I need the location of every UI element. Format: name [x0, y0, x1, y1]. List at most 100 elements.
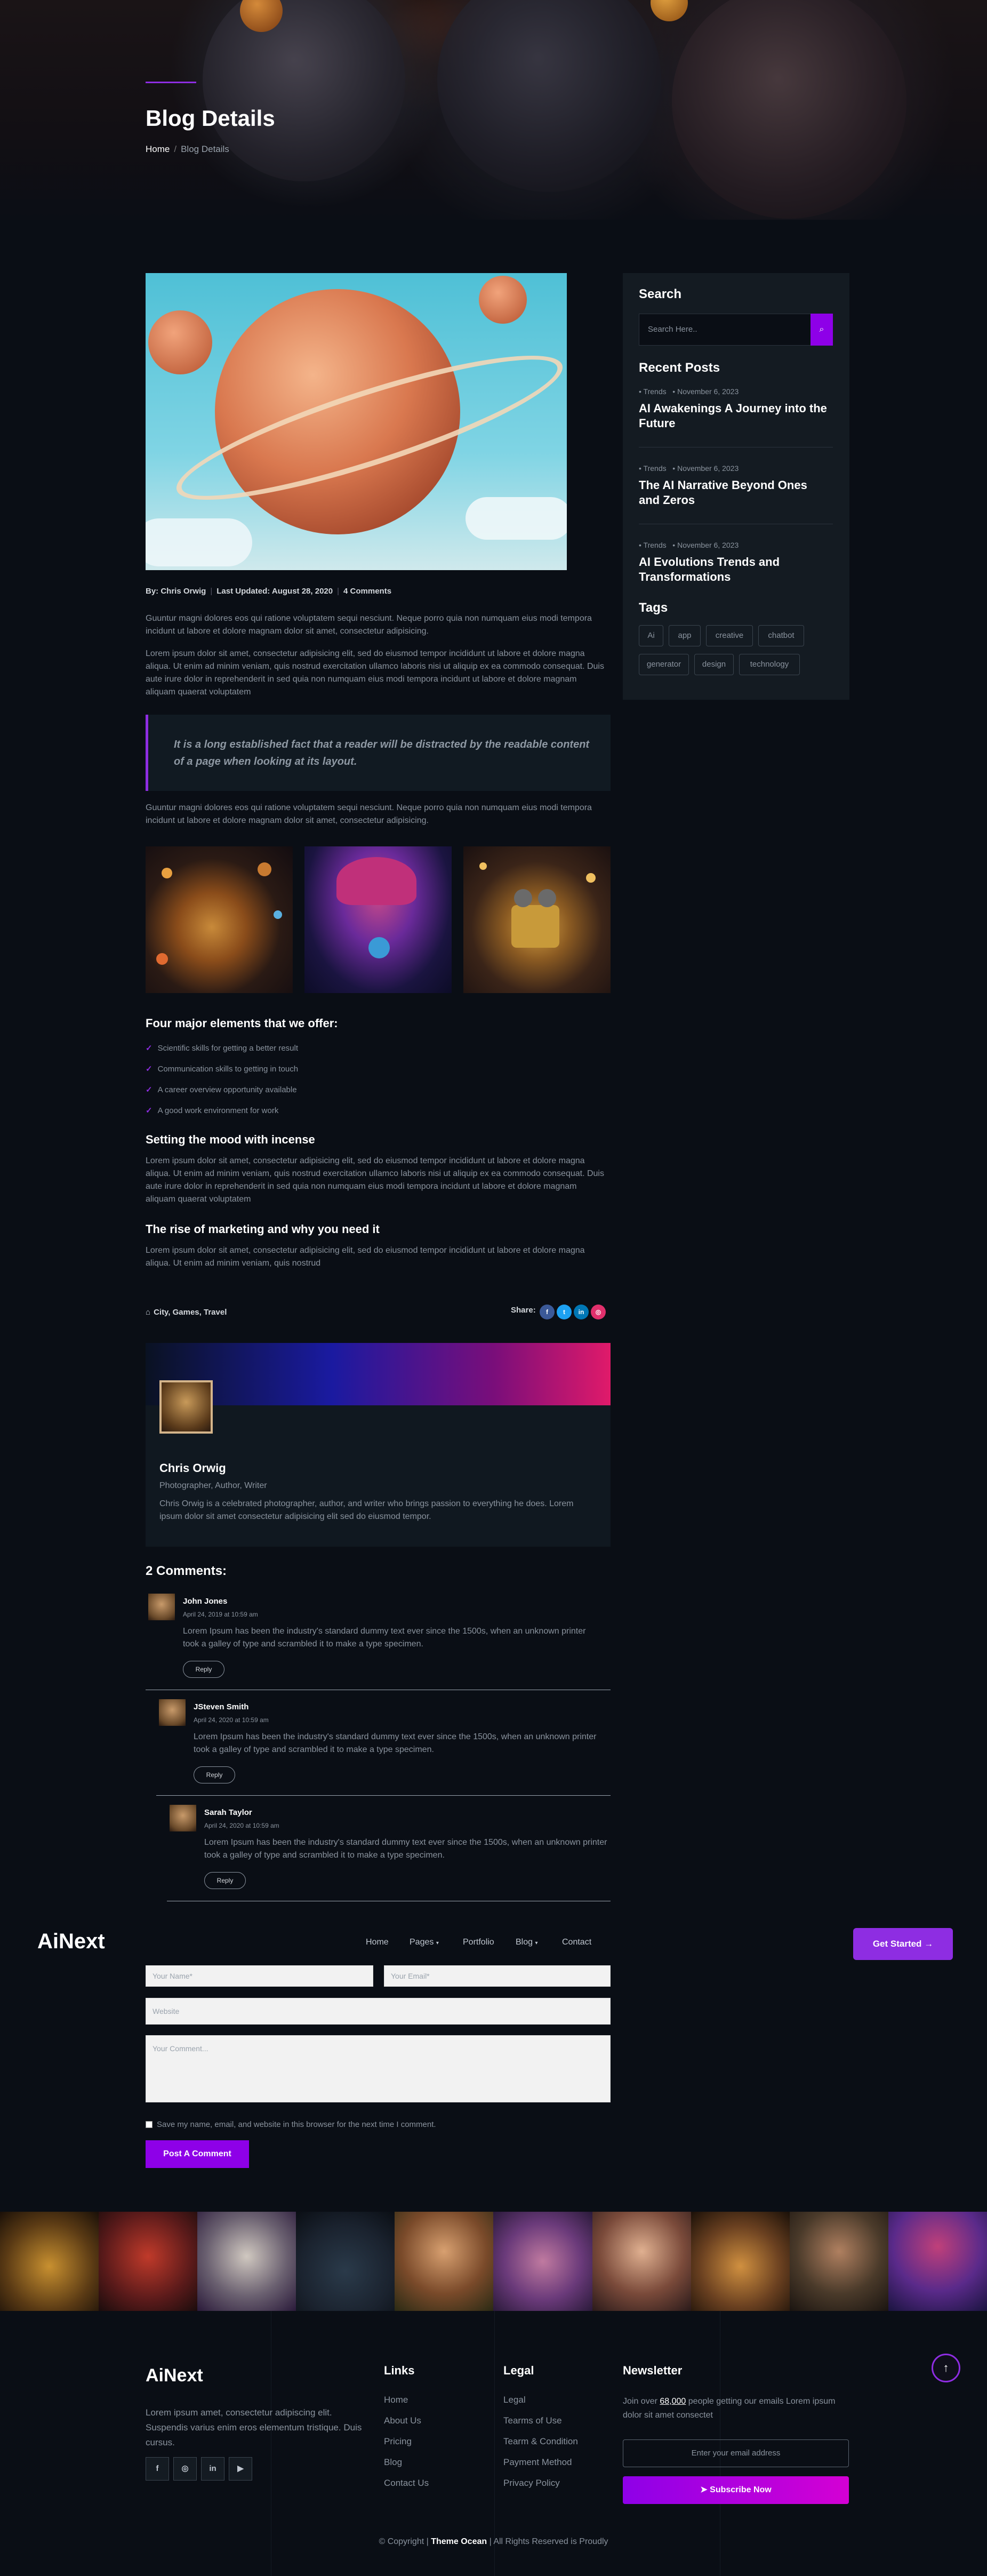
- tag-icon: ⌂: [146, 1308, 151, 1317]
- nav-item-portfolio[interactable]: Portfolio: [463, 1938, 494, 1947]
- nav-item-pages[interactable]: Pages ▾: [410, 1938, 439, 1947]
- post-tag-links[interactable]: City, Games, Travel: [154, 1308, 227, 1317]
- strip-image[interactable]: [888, 2212, 987, 2311]
- footer-link[interactable]: Payment Method: [503, 2457, 572, 2468]
- post-comment-button[interactable]: Post A Comment: [146, 2140, 249, 2168]
- newsletter-text: Join over 68,000 people getting our emai…: [623, 2397, 836, 2420]
- strip-image[interactable]: [99, 2212, 198, 2311]
- tag-link[interactable]: design: [694, 654, 734, 675]
- tag-link[interactable]: chatbot: [758, 625, 804, 646]
- gallery-image-mushroom[interactable]: [304, 846, 452, 993]
- check-icon: ✓: [146, 1065, 153, 1074]
- youtube-icon[interactable]: ▶: [229, 2457, 252, 2481]
- reply-button[interactable]: Reply: [204, 1872, 246, 1889]
- comment-date: April 24, 2020 at 10:59 am: [194, 1716, 269, 1724]
- website-field[interactable]: Website: [146, 1998, 611, 2025]
- footer-link[interactable]: Home: [384, 2395, 408, 2405]
- tag-link[interactable]: Ai: [639, 625, 663, 646]
- footer-link[interactable]: About Us: [384, 2415, 421, 2426]
- hero-planet-image: [437, 0, 661, 192]
- arrow-up-icon: ↑: [943, 2361, 949, 2374]
- tags-title: Tags: [639, 601, 668, 615]
- save-info-checkbox[interactable]: [146, 2121, 153, 2128]
- strip-image[interactable]: [197, 2212, 296, 2311]
- comment-text: Lorem Ipsum has been the industry's stan…: [194, 1732, 597, 1754]
- strip-image[interactable]: [493, 2212, 592, 2311]
- copyright-brand-link[interactable]: Theme Ocean: [431, 2537, 487, 2546]
- twitter-icon[interactable]: t: [557, 1305, 572, 1319]
- scroll-to-top-button[interactable]: ↑: [932, 2354, 960, 2382]
- author-role: Photographer, Author, Writer: [159, 1481, 267, 1490]
- chevron-down-icon: ▾: [436, 1940, 439, 1946]
- comment-text: Lorem Ipsum has been the industry's stan…: [183, 1627, 586, 1649]
- instagram-icon[interactable]: ◎: [173, 2457, 197, 2481]
- send-icon: ➤: [700, 2485, 708, 2494]
- post-author[interactable]: By: Chris Orwig: [146, 587, 206, 596]
- footer-link[interactable]: Tearms of Use: [503, 2415, 562, 2426]
- nav-item-blog[interactable]: Blog ▾: [516, 1938, 538, 1947]
- footer-link[interactable]: Contact Us: [384, 2478, 429, 2489]
- strip-image[interactable]: [592, 2212, 691, 2311]
- name-field[interactable]: Your Name*: [146, 1965, 373, 1987]
- recent-post-link[interactable]: AI Awakenings A Journey into the Future: [639, 401, 831, 431]
- strip-image[interactable]: [395, 2212, 494, 2311]
- footer-logo[interactable]: AiNext: [146, 2365, 203, 2386]
- footer-about-text: Lorem ipsum amet, consectetur adipiscing…: [146, 2407, 362, 2447]
- list-item: ✓ Communication skills to getting in touc…: [146, 1065, 299, 1074]
- post-paragraph: Guuntur magni dolores eos qui ratione vo…: [146, 614, 592, 636]
- save-info-row: Save my name, email, and website in this…: [146, 2120, 436, 2129]
- get-started-button[interactable]: Get Started →: [853, 1928, 953, 1960]
- comment-textarea[interactable]: Your Comment...: [146, 2035, 611, 2102]
- search-input[interactable]: Search Here..: [639, 314, 814, 346]
- reply-button[interactable]: Reply: [183, 1661, 224, 1678]
- post-meta: By: Chris Orwig | Last Updated: August 28,…: [146, 587, 392, 596]
- comment-text: Lorem Ipsum has been the industry's stan…: [204, 1838, 607, 1860]
- footer-link[interactable]: Blog: [384, 2457, 402, 2468]
- linkedin-icon[interactable]: in: [201, 2457, 224, 2481]
- tag-link[interactable]: technology: [739, 654, 800, 675]
- footer-link[interactable]: Legal: [503, 2395, 526, 2405]
- facebook-icon[interactable]: f: [540, 1305, 555, 1319]
- footer-link[interactable]: Privacy Policy: [503, 2478, 560, 2489]
- recent-post-link[interactable]: AI Evolutions Trends and Transformations: [639, 555, 831, 585]
- post-paragraph: Lorem ipsum dolor sit amet, consectetur …: [146, 649, 604, 697]
- linkedin-icon[interactable]: in: [574, 1305, 589, 1319]
- search-button[interactable]: ⌕: [811, 314, 833, 346]
- footer-links-title: Links: [384, 2364, 415, 2377]
- elements-heading: Four major elements that we offer:: [146, 1017, 338, 1030]
- strip-image[interactable]: [0, 2212, 99, 2311]
- gallery-image-cat[interactable]: [146, 846, 293, 993]
- recent-post-link[interactable]: The AI Narrative Beyond Ones and Zeros: [639, 478, 831, 508]
- tag-link[interactable]: creative: [706, 625, 753, 646]
- strip-image[interactable]: [296, 2212, 395, 2311]
- hero-small-planet: [651, 0, 688, 21]
- post-paragraph: Guuntur magni dolores eos qui ratione vo…: [146, 803, 592, 825]
- reply-button[interactable]: Reply: [194, 1766, 235, 1783]
- footer-legal-title: Legal: [503, 2364, 534, 2377]
- email-field[interactable]: Your Email*: [384, 1965, 611, 1987]
- post-featured-image: [146, 273, 567, 570]
- strip-image[interactable]: [691, 2212, 790, 2311]
- post-paragraph: Lorem ipsum dolor sit amet, consectetur …: [146, 1246, 585, 1268]
- divider: [156, 1795, 611, 1796]
- gallery-image-robot[interactable]: [463, 846, 611, 993]
- footer-link[interactable]: Tearm & Condition: [503, 2436, 578, 2447]
- author-bio: Chris Orwig is a celebrated photographer…: [159, 1499, 574, 1521]
- breadcrumb-home-link[interactable]: Home: [146, 144, 170, 154]
- tag-link[interactable]: generator: [639, 654, 689, 675]
- save-info-label: Save my name, email, and website in this…: [157, 2120, 436, 2129]
- strip-image[interactable]: [789, 2212, 888, 2311]
- footer-link[interactable]: Pricing: [384, 2436, 412, 2447]
- newsletter-email-input[interactable]: Enter your email address: [623, 2439, 849, 2467]
- nav-item-home[interactable]: Home: [366, 1938, 389, 1947]
- site-logo[interactable]: AiNext: [37, 1930, 105, 1954]
- footer-grid-line: [494, 2311, 495, 2576]
- post-comment-count[interactable]: 4 Comments: [343, 587, 391, 596]
- nav-item-contact[interactable]: Contact: [562, 1938, 591, 1947]
- subscribe-button[interactable]: ➤ Subscribe Now: [623, 2476, 849, 2504]
- facebook-icon[interactable]: f: [146, 2457, 169, 2481]
- comment-author: Sarah Taylor: [204, 1808, 252, 1817]
- tag-link[interactable]: app: [669, 625, 701, 646]
- recent-post-meta: • Trends • November 6, 2023: [639, 541, 739, 549]
- instagram-icon[interactable]: ◎: [591, 1305, 606, 1319]
